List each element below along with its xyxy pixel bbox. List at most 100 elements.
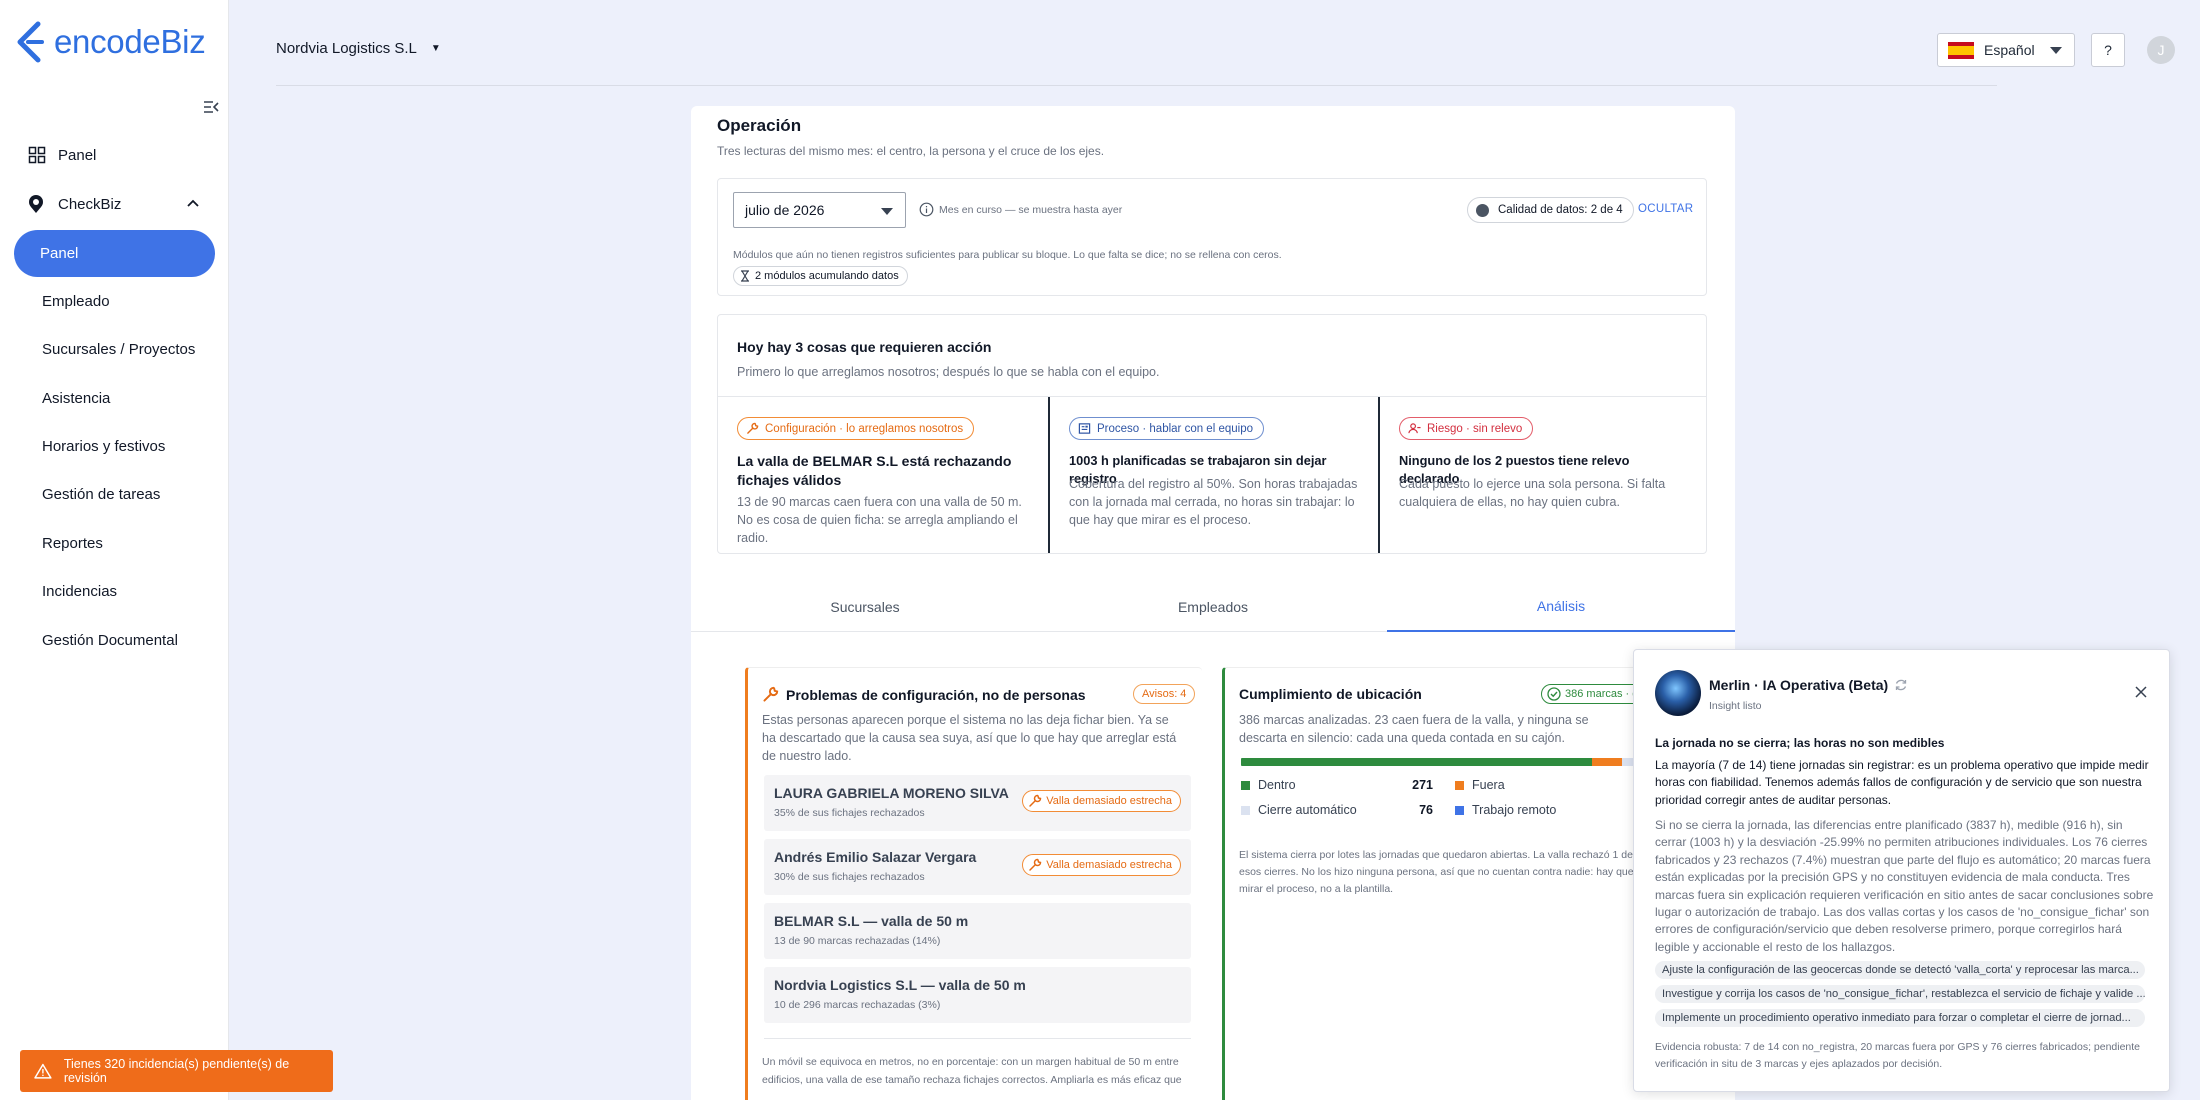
legend-label: Fuera — [1472, 778, 1505, 792]
modules-chip[interactable]: 2 módulos acumulando datos — [733, 266, 908, 286]
merlin-action-chip[interactable]: Investigue y corrija los casos de 'no_co… — [1655, 985, 2145, 1003]
config-body: 13 de 90 marcas caen fuera con una valla… — [737, 495, 1022, 546]
list-item[interactable]: Andrés Emilio Salazar Vergara 30% de sus… — [764, 839, 1191, 895]
legend-swatch — [1455, 780, 1464, 790]
nav-item-reportes[interactable]: Reportes — [42, 535, 103, 552]
wrench-icon — [1029, 858, 1042, 871]
legend-dentro: Dentro — [1241, 778, 1296, 792]
nav-item-incidencias[interactable]: Incidencias — [42, 583, 117, 600]
user-avatar[interactable]: J — [2147, 36, 2175, 64]
wrench-icon — [763, 686, 779, 702]
tab-bar: Sucursales Empleados Análisis — [691, 582, 1735, 632]
merlin-avatar-icon — [1655, 670, 1701, 716]
merlin-action-chip[interactable]: Implemente un procedimiento operativo in… — [1655, 1009, 2145, 1027]
warnings-badge: Avisos: 4 — [1133, 684, 1196, 704]
nav-item-tareas[interactable]: Gestión de tareas — [42, 486, 160, 503]
legend-swatch — [1455, 805, 1464, 815]
row-meta: 10 de 296 marcas rechazadas (3%) — [774, 999, 941, 1011]
location-footer: El sistema cierra por lotes las jornadas… — [1239, 849, 1634, 895]
config-head: La valla de BELMAR S.L está rechazando f… — [737, 453, 1012, 488]
legend-label: Cierre automático — [1258, 803, 1357, 817]
merlin-title: Merlin · IA Operativa (Beta) — [1709, 677, 1908, 693]
list-item[interactable]: Nordvia Logistics S.L — valla de 50 m 10… — [764, 967, 1191, 1023]
quality-dot-icon — [1476, 203, 1489, 217]
action-item-config[interactable]: Configuración · lo arreglamos nosotros L… — [718, 397, 1048, 553]
collapse-sidebar-icon[interactable] — [202, 98, 220, 116]
quality-text: Calidad de datos: 2 de 4 — [1498, 204, 1623, 216]
legend-label: Dentro — [1258, 778, 1296, 792]
legend-cierre: Cierre automático — [1241, 803, 1357, 817]
company-selector[interactable]: Nordvia Logistics S.L ▼ — [276, 40, 441, 57]
wrench-icon — [1029, 794, 1042, 807]
nav-item-sucursales[interactable]: Sucursales / Proyectos — [42, 341, 195, 358]
bar-segment-1 — [1592, 758, 1622, 766]
nav-item-asistencia[interactable]: Asistencia — [42, 390, 110, 407]
close-icon[interactable] — [2135, 686, 2147, 698]
dashboard-icon — [28, 146, 46, 164]
warning-icon — [34, 1063, 52, 1079]
data-quality-chip[interactable]: Calidad de datos: 2 de 4 — [1467, 197, 1634, 223]
row-meta: 30% de sus fichajes rechazados — [774, 871, 925, 883]
hide-button[interactable]: OCULTAR — [1638, 203, 1693, 215]
action-subtitle: Primero lo que arreglamos nosotros; desp… — [737, 365, 1160, 379]
legend-value: 76 — [1419, 803, 1433, 817]
refresh-icon[interactable] — [1894, 678, 1908, 692]
location-stacked-bar — [1241, 758, 1652, 766]
process-body: Cobertura del registro al 50%. Son horas… — [1069, 477, 1358, 528]
brand-logo[interactable]: encodeBiz — [14, 20, 206, 64]
company-name: Nordvia Logistics S.L — [276, 40, 417, 57]
nav-item-empleado[interactable]: Empleado — [42, 293, 110, 310]
page-title: Operación — [717, 116, 802, 135]
action-title: Hoy hay 3 cosas que requieren acción — [737, 339, 992, 355]
chevron-up-icon[interactable] — [186, 198, 200, 208]
modules-chip-text: 2 módulos acumulando datos — [755, 270, 899, 282]
merlin-status: Insight listo — [1709, 700, 1762, 712]
tab-sucursales[interactable]: Sucursales — [691, 582, 1039, 632]
sidebar: encodeBiz Panel CheckBiz Panel Empleado … — [0, 0, 229, 1100]
wrench-icon — [747, 422, 759, 434]
page-subtitle: Tres lecturas del mismo mes: el centro, … — [717, 144, 1105, 158]
risk-pill: Riesgo · sin relevo — [1399, 417, 1534, 440]
dropdown-arrow-icon — [881, 208, 893, 215]
logo-mark-icon — [17, 21, 44, 63]
tab-empleados[interactable]: Empleados — [1039, 582, 1387, 632]
problems-title: Problemas de configuración, no de person… — [762, 686, 1086, 703]
month-select[interactable]: julio de 2026 — [733, 192, 906, 228]
action-item-process[interactable]: Proceso · hablar con el equipo 1003 h pl… — [1048, 397, 1378, 553]
nav-group-checkbiz[interactable]: CheckBiz — [26, 194, 200, 214]
nav-item-label: Panel — [40, 245, 79, 262]
process-pill-text: Proceso · hablar con el equipo — [1097, 422, 1253, 435]
nav-item-documental[interactable]: Gestión Documental — [42, 632, 178, 649]
language-label: Español — [1984, 42, 2035, 58]
location-desc: 386 marcas analizadas. 23 caen fuera de … — [1239, 713, 1589, 746]
problems-divider — [764, 1038, 1191, 1039]
fence-tag-text: Valla demasiado estrecha — [1046, 859, 1172, 871]
process-pill: Proceso · hablar con el equipo — [1069, 417, 1264, 440]
merlin-action-chip[interactable]: Ajuste la configuración de las geocercas… — [1655, 961, 2145, 979]
language-select[interactable]: Español — [1937, 33, 2075, 67]
list-item[interactable]: BELMAR S.L — valla de 50 m 13 de 90 marc… — [764, 903, 1191, 959]
list-item[interactable]: LAURA GABRIELA MORENO SILVA 35% de sus f… — [764, 775, 1191, 831]
nav-item-panel-active[interactable]: Panel — [14, 230, 215, 277]
document-icon — [1078, 423, 1091, 434]
merlin-title-text: Merlin · IA Operativa (Beta) — [1709, 677, 1889, 693]
filter-box: julio de 2026 Mes en curso — se muestra … — [717, 178, 1707, 296]
risk-body: Cada puesto lo ejerce una sola persona. … — [1399, 477, 1666, 510]
info-icon — [919, 202, 934, 217]
fence-tag-text: Valla demasiado estrecha — [1046, 795, 1172, 807]
month-note-text: Mes en curso — se muestra hasta ayer — [939, 203, 1123, 216]
pending-incidents-alert[interactable]: Tienes 320 incidencia(s) pendiente(s) de… — [20, 1050, 333, 1092]
nav-panel[interactable]: Panel — [28, 146, 96, 164]
modules-note: Módulos que aún no tienen registros sufi… — [733, 249, 1282, 261]
nav-item-horarios[interactable]: Horarios y festivos — [42, 438, 165, 455]
dropdown-arrow-icon — [2050, 47, 2062, 54]
brand-name: encodeBiz — [54, 23, 206, 60]
tab-analisis[interactable]: Análisis — [1387, 582, 1735, 632]
help-button[interactable]: ? — [2091, 33, 2125, 67]
problems-desc: Estas personas aparecen porque el sistem… — [762, 713, 1177, 764]
risk-pill-text: Riesgo · sin relevo — [1427, 422, 1523, 435]
bar-segment-0 — [1241, 758, 1593, 766]
user-remove-icon — [1408, 423, 1421, 434]
legend-swatch — [1241, 805, 1250, 815]
action-item-risk[interactable]: Riesgo · sin relevo Ninguno de los 2 pue… — [1378, 397, 1706, 553]
